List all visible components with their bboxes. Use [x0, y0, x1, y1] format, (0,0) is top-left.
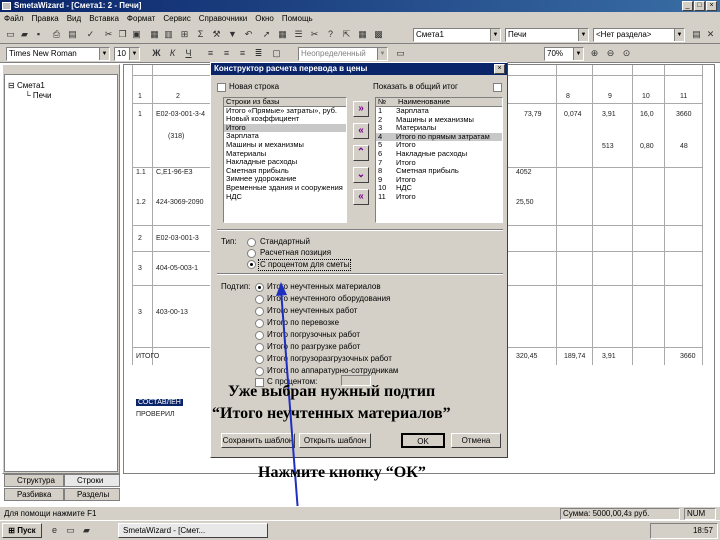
- ie-icon[interactable]: e: [48, 524, 61, 537]
- status-sum: Сумма: 5000,00,4з руб.: [560, 508, 680, 520]
- clock: 18:57: [692, 526, 713, 535]
- start-button[interactable]: ⊞ Пуск: [2, 523, 42, 538]
- annotation-arrow: [276, 282, 301, 539]
- annotation-line-2: “Итого неучтенных материалов”: [212, 405, 451, 422]
- folder-icon[interactable]: ▰: [80, 524, 93, 537]
- status-num: NUM: [684, 508, 716, 520]
- status-help: Для помощи нажмите F1: [4, 509, 97, 518]
- annotation-line-1: Уже выбран нужный подтип: [228, 383, 436, 400]
- desktop-icon[interactable]: ▭: [64, 524, 77, 537]
- taskbar: ⊞ Пуск e ▭ ▰ SmetaWizard - [Смет... 18:5…: [0, 520, 720, 540]
- status-bar: Для помощи нажмите F1 Сумма: 5000,00,4з …: [0, 506, 720, 520]
- taskbar-app-button[interactable]: SmetaWizard - [Смет...: [118, 523, 268, 538]
- windows-logo-icon: ⊞: [8, 526, 15, 535]
- annotation-instruction: Нажмите кнопку “ОК”: [258, 464, 426, 481]
- system-tray: 18:57: [650, 523, 718, 539]
